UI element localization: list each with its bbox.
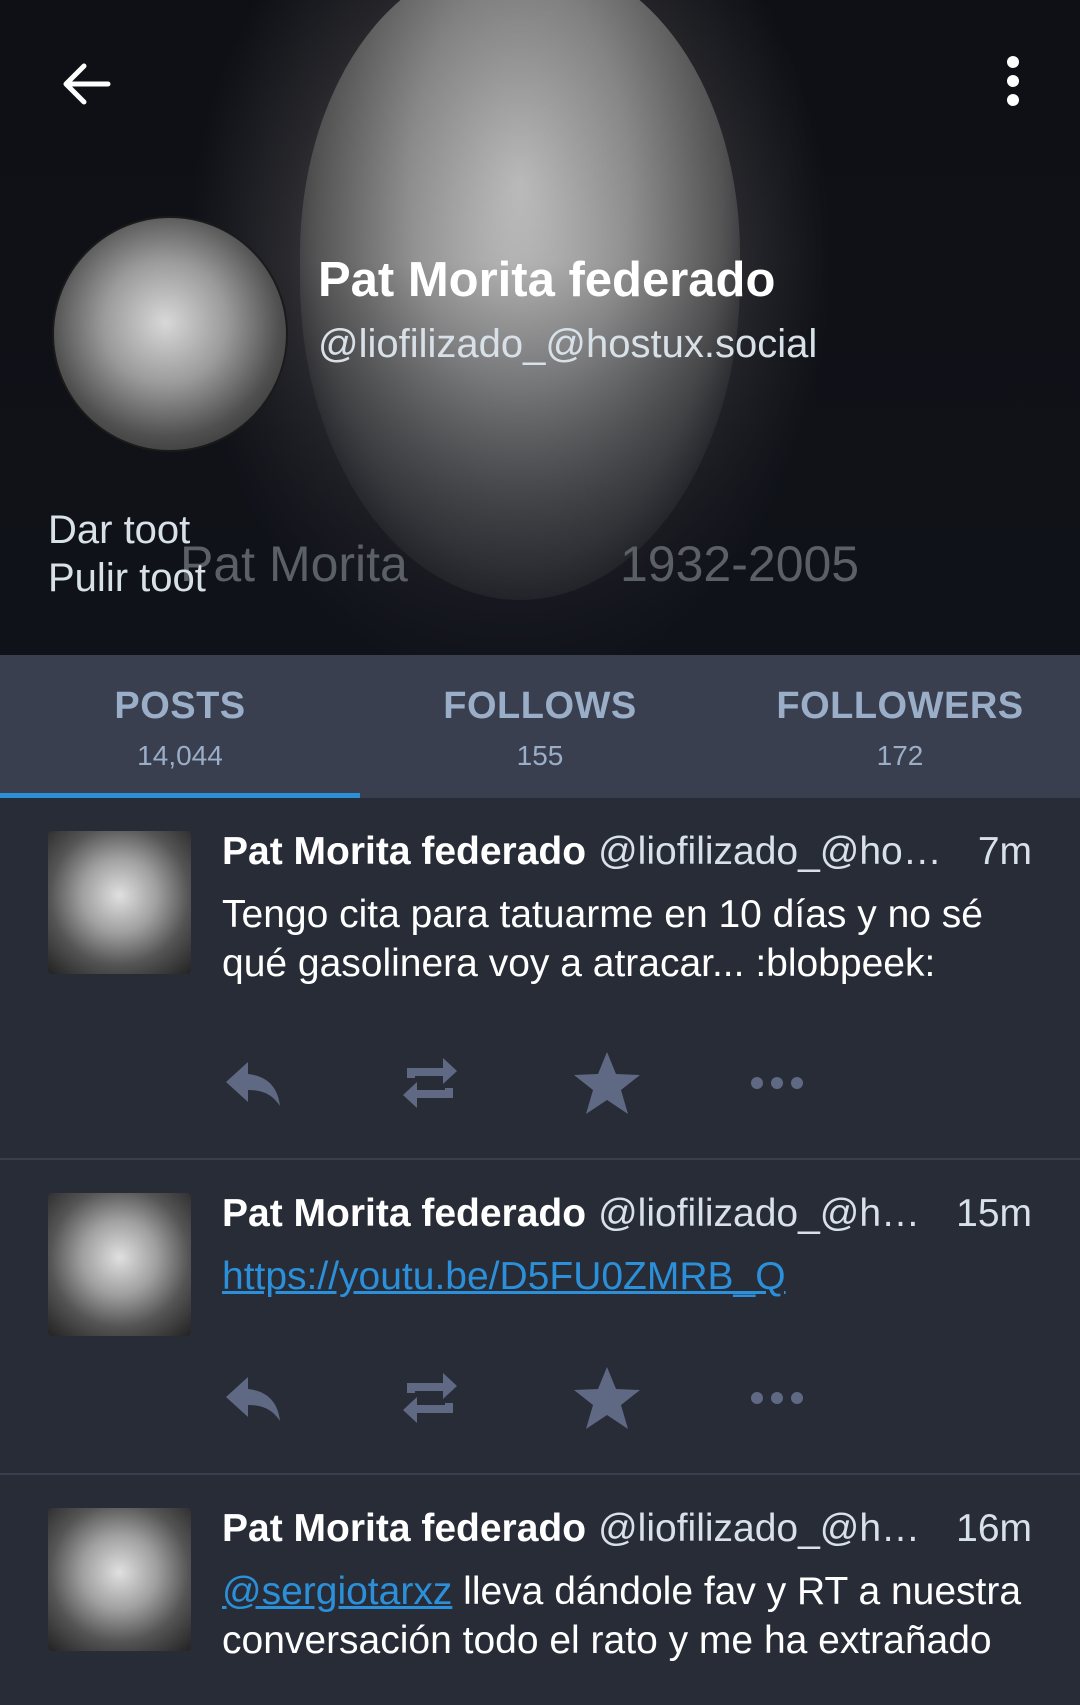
status-account: @liofilizado_@h… xyxy=(598,1192,921,1235)
more-vertical-icon xyxy=(1007,56,1019,106)
tab-label: FOLLOWS xyxy=(443,685,637,727)
overflow-menu-button[interactable] xyxy=(990,48,1040,120)
retweet-icon xyxy=(403,1373,457,1423)
status-item[interactable]: Pat Morita federado @liofilizado_@h… 16m… xyxy=(0,1475,1080,1705)
status-timestamp: 7m xyxy=(977,830,1032,873)
tab-count: 14,044 xyxy=(137,740,223,771)
tab-count: 155 xyxy=(516,740,564,771)
retweet-icon xyxy=(403,1058,457,1108)
boost-button[interactable] xyxy=(397,1358,572,1438)
status-display-name[interactable]: Pat Morita federado xyxy=(222,830,586,874)
more-horizontal-icon xyxy=(751,1077,803,1089)
arrow-left-icon xyxy=(63,63,111,105)
profile-note-line: Pulir toot xyxy=(48,556,206,600)
status-display-name[interactable]: Pat Morita federado xyxy=(222,1507,586,1551)
more-button[interactable] xyxy=(747,1358,922,1438)
profile-note-line: Dar toot xyxy=(48,508,191,552)
tab-label: FOLLOWERS xyxy=(776,685,1024,727)
banner-caption-years: 1932-2005 xyxy=(620,536,860,592)
star-icon xyxy=(574,1367,640,1429)
tab-count: 172 xyxy=(876,740,924,771)
status-timestamp: 16m xyxy=(956,1507,1032,1550)
status-actions xyxy=(222,1043,922,1123)
status-header: Pat Morita federado @liofilizado_@h… 15m xyxy=(222,1192,1032,1240)
status-avatar[interactable] xyxy=(48,1193,191,1336)
status-header: Pat Morita federado @liofilizado_@ho… 7m xyxy=(222,830,1032,878)
more-button[interactable] xyxy=(747,1043,922,1123)
reply-button[interactable] xyxy=(222,1043,397,1123)
profile-account-handle: @liofilizado_@hostux.social xyxy=(318,322,818,366)
more-horizontal-icon xyxy=(751,1392,803,1404)
status-account: @liofilizado_@h… xyxy=(598,1507,921,1550)
back-button[interactable] xyxy=(48,48,120,120)
reply-icon xyxy=(226,1377,280,1421)
status-display-name[interactable]: Pat Morita federado xyxy=(222,1192,586,1236)
status-item[interactable]: Pat Morita federado @liofilizado_@h… 15m… xyxy=(0,1160,1080,1475)
tab-label: POSTS xyxy=(114,685,246,727)
status-link[interactable]: https://youtu.be/D5FU0ZMRB_Q xyxy=(222,1255,786,1298)
status-content: @sergiotarxz lleva dándole fav y RT a nu… xyxy=(222,1567,1040,1665)
tab-posts[interactable]: POSTS 14,044 xyxy=(0,655,360,798)
favourite-button[interactable] xyxy=(572,1043,747,1123)
profile-tabs: POSTS 14,044 FOLLOWS 155 FOLLOWERS 172 xyxy=(0,655,1080,798)
status-timestamp: 15m xyxy=(956,1192,1032,1235)
status-avatar[interactable] xyxy=(48,831,191,974)
tab-follows[interactable]: FOLLOWS 155 xyxy=(360,655,720,798)
status-header: Pat Morita federado @liofilizado_@h… 16m xyxy=(222,1507,1032,1555)
profile-avatar[interactable] xyxy=(52,216,288,452)
star-icon xyxy=(574,1052,640,1114)
status-item[interactable]: Pat Morita federado @liofilizado_@ho… 7m… xyxy=(0,798,1080,1160)
favourite-button[interactable] xyxy=(572,1358,747,1438)
status-actions xyxy=(222,1358,922,1438)
status-avatar[interactable] xyxy=(48,1508,191,1651)
profile-display-name: Pat Morita federado xyxy=(318,253,776,307)
reply-button[interactable] xyxy=(222,1358,397,1438)
status-content: Tengo cita para tatuarme en 10 días y no… xyxy=(222,893,983,985)
status-content: https://youtu.be/D5FU0ZMRB_Q xyxy=(222,1252,1040,1301)
tab-followers[interactable]: FOLLOWERS 172 xyxy=(720,655,1080,798)
status-mention[interactable]: @sergiotarxz xyxy=(222,1570,452,1613)
profile-header: Pat Morita 1932-2005 Pat Morita federado… xyxy=(0,0,1080,655)
banner-caption-name: Pat Morita xyxy=(180,536,408,592)
boost-button[interactable] xyxy=(397,1043,572,1123)
reply-icon xyxy=(226,1062,280,1106)
status-account: @liofilizado_@ho… xyxy=(598,830,942,873)
